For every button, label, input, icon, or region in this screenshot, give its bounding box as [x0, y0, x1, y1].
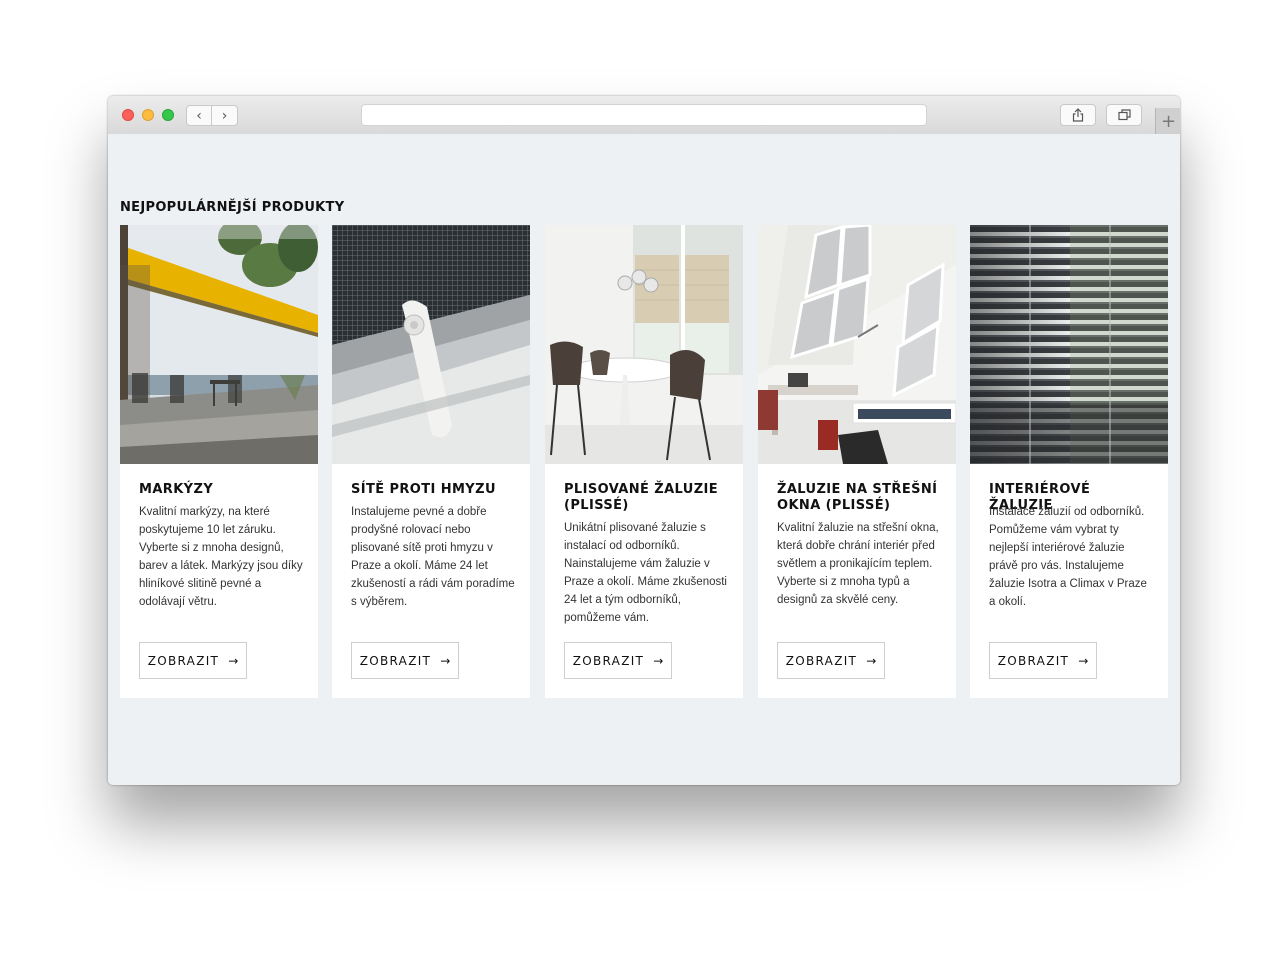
product-description: Instalace žaluzií od odborníků. Pomůžeme…: [989, 506, 1147, 608]
arrow-right-icon: →: [866, 653, 877, 668]
product-title: ŽALUZIE NA STŘEŠNÍ OKNA (PLISSÉ): [777, 482, 938, 513]
share-icon: [1072, 108, 1084, 122]
arrow-right-icon: →: [440, 653, 451, 668]
product-card-zaluzie-na-stresni-okna: ŽALUZIE NA STŘEŠNÍ OKNA (PLISSÉ) Kvalitn…: [758, 225, 956, 698]
address-bar[interactable]: [361, 104, 927, 126]
new-tab-button[interactable]: +: [1155, 108, 1180, 134]
button-label: ZOBRAZIT: [997, 653, 1070, 668]
view-product-button[interactable]: ZOBRAZIT →: [564, 642, 672, 679]
minimize-window-button[interactable]: [142, 109, 154, 121]
arrow-right-icon: →: [653, 653, 664, 668]
forward-button[interactable]: ›: [212, 105, 238, 126]
product-image-markyzy: [120, 225, 318, 464]
product-title: PLISOVANÉ ŽALUZIE (PLISSÉ): [564, 482, 719, 513]
chevron-right-icon: ›: [221, 107, 228, 124]
show-tabs-button[interactable]: [1106, 104, 1142, 126]
browser-window: ‹ › + NEJPOPULÁRNĚJŠÍ PRODUKTY MARKÝZY K…: [108, 96, 1180, 785]
product-description: Kvalitní markýzy, na které poskytujeme 1…: [139, 506, 303, 608]
product-image-plisovane-zaluzie: [545, 225, 743, 464]
product-card-markyzy: MARKÝZY Kvalitní markýzy, na které posky…: [120, 225, 318, 698]
browser-toolbar: ‹ › +: [108, 96, 1180, 135]
view-product-button[interactable]: ZOBRAZIT →: [351, 642, 459, 679]
share-button[interactable]: [1060, 104, 1096, 126]
chevron-left-icon: ‹: [196, 107, 202, 124]
view-product-button[interactable]: ZOBRAZIT →: [989, 642, 1097, 679]
product-card-site-proti-hmyzu: SÍTĚ PROTI HMYZU Instalujeme pevné a dob…: [332, 225, 530, 698]
product-title: SÍTĚ PROTI HMYZU: [351, 482, 496, 497]
plus-icon: +: [1160, 110, 1177, 132]
button-label: ZOBRAZIT: [785, 653, 858, 668]
arrow-right-icon: →: [1078, 653, 1089, 668]
product-image-zaluzie-na-stresni-okna: [758, 225, 956, 464]
button-label: ZOBRAZIT: [359, 653, 432, 668]
product-image-site-proti-hmyzu: [332, 225, 530, 464]
button-label: ZOBRAZIT: [572, 653, 645, 668]
page-content: NEJPOPULÁRNĚJŠÍ PRODUKTY MARKÝZY Kvalitn…: [108, 134, 1180, 785]
product-card-interierove-zaluzie: INTERIÉROVÉ ŽALUZIE Instalace žaluzií od…: [970, 225, 1168, 698]
close-window-button[interactable]: [122, 109, 134, 121]
section-title: NEJPOPULÁRNĚJŠÍ PRODUKTY: [120, 200, 345, 215]
tabs-icon: [1117, 109, 1131, 121]
button-label: ZOBRAZIT: [147, 653, 220, 668]
product-description: Kvalitní žaluzie na střešní okna, která …: [777, 522, 939, 606]
back-button[interactable]: ‹: [186, 105, 212, 126]
view-product-button[interactable]: ZOBRAZIT →: [139, 642, 247, 679]
product-description: Unikátní plisované žaluzie s instalací o…: [564, 522, 727, 624]
product-title: MARKÝZY: [139, 482, 214, 497]
product-card-plisovane-zaluzie: PLISOVANÉ ŽALUZIE (PLISSÉ) Unikátní plis…: [545, 225, 743, 698]
maximize-window-button[interactable]: [162, 109, 174, 121]
product-description: Instalujeme pevné a dobře prodyšné rolov…: [351, 506, 515, 608]
arrow-right-icon: →: [228, 653, 239, 668]
view-product-button[interactable]: ZOBRAZIT →: [777, 642, 885, 679]
product-image-interierove-zaluzie: [970, 225, 1168, 464]
